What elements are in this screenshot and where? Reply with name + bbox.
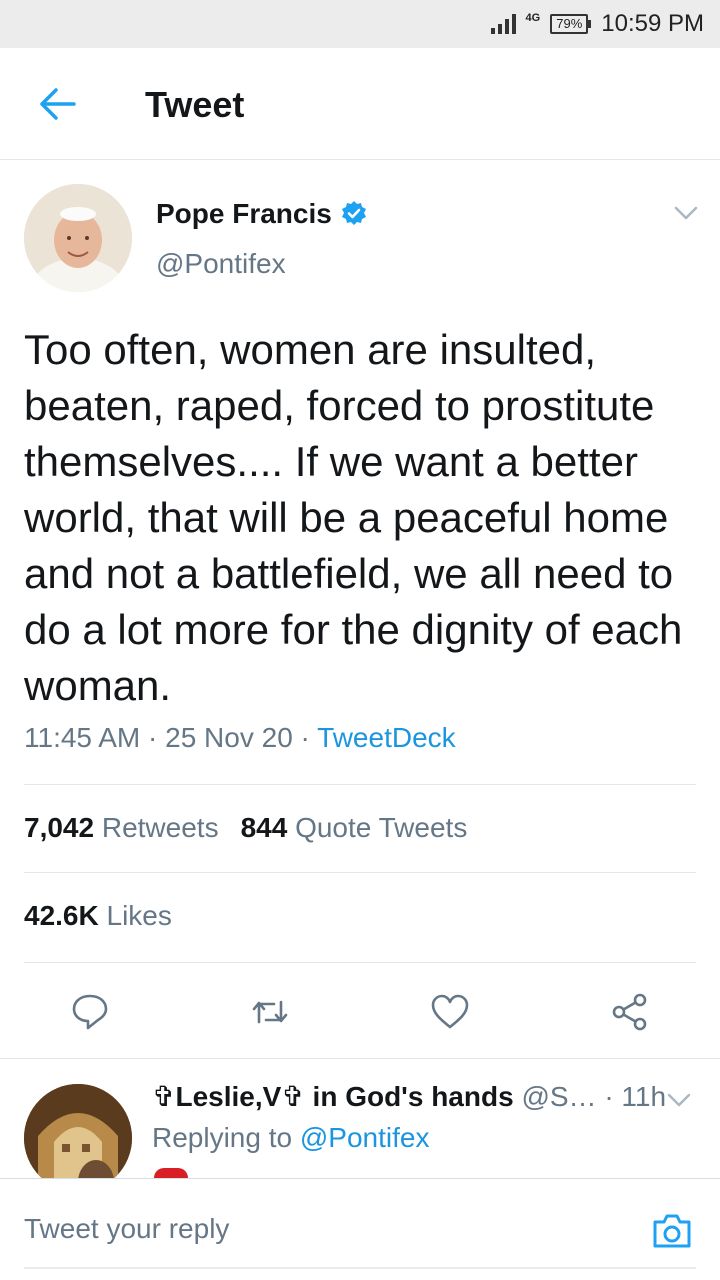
likes-stat[interactable]: 42.6K Likes [24, 900, 172, 932]
share-icon[interactable] [610, 992, 650, 1032]
reply-composer: Tweet your reply [0, 1178, 720, 1280]
author-name-text: Pope Francis [156, 198, 332, 229]
reply-avatar[interactable] [24, 1084, 132, 1178]
reply-avatar-image [24, 1084, 132, 1178]
reply-icon[interactable] [70, 992, 110, 1032]
avatar-portrait [24, 184, 132, 292]
replying-to-label: Replying to [152, 1122, 293, 1153]
likes-label: Likes [106, 900, 172, 931]
meta-separator: · [300, 722, 310, 753]
retweets-label: Retweets [101, 812, 219, 843]
status-bar: 4G 79% 10:59 PM [0, 0, 720, 48]
reply-time: · 11h [604, 1081, 667, 1112]
retweet-icon[interactable] [250, 992, 290, 1032]
divider [24, 872, 696, 873]
reply-author-handle[interactable]: @S… [521, 1081, 596, 1112]
meta-separator: · [148, 722, 158, 753]
replying-to: Replying to @Pontifex [152, 1122, 429, 1154]
network-type: 4G [525, 11, 541, 24]
like-heart-icon[interactable] [430, 992, 470, 1032]
camera-icon[interactable] [650, 1209, 694, 1253]
tweet-text: Too often, women are insulted, beaten, r… [24, 326, 683, 709]
replying-to-mention[interactable]: @Pontifex [300, 1122, 430, 1153]
tweet-source-link[interactable]: TweetDeck [317, 722, 456, 753]
back-arrow-icon[interactable] [38, 86, 76, 122]
retweets-count: 7,042 [24, 812, 95, 843]
battery-level: 79% [550, 14, 589, 34]
author-avatar[interactable] [24, 184, 132, 292]
emoji-glyph [154, 1168, 188, 1178]
reply-input[interactable]: Tweet your reply [24, 1213, 229, 1245]
battery-icon: 79% [550, 14, 592, 34]
quotes-label: Quote Tweets [295, 812, 468, 843]
reply-tweet[interactable]: ✞Leslie,V✞ in God's hands @S… · 11h Repl… [0, 1062, 720, 1178]
author-handle[interactable]: @Pontifex [156, 248, 286, 280]
divider [24, 962, 696, 963]
chevron-down-icon[interactable] [672, 202, 700, 224]
app-header: Tweet [0, 48, 720, 160]
engagement-stats: 7,042 Retweets 844 Quote Tweets [24, 812, 467, 844]
divider [24, 784, 696, 785]
verified-badge-icon [341, 201, 366, 225]
tweet-timestamp: 11:45 AM · 25 Nov 20 · TweetDeck [24, 722, 456, 754]
status-indicators: 4G 79% 10:59 PM [490, 6, 704, 42]
likes-count: 42.6K [24, 900, 99, 931]
input-underline [24, 1267, 696, 1269]
page-title: Tweet [145, 84, 245, 125]
reply-author-name[interactable]: ✞Leslie,V✞ in God's hands [152, 1081, 514, 1112]
status-time: 10:59 PM [601, 10, 704, 37]
tweet-actions [0, 992, 720, 1032]
retweets-stat[interactable]: 7,042 Retweets [24, 812, 219, 843]
author-name[interactable]: Pope Francis [156, 198, 368, 230]
divider [0, 1058, 720, 1059]
quote-tweets-stat[interactable]: 844 Quote Tweets [241, 812, 468, 843]
reply-header: ✞Leslie,V✞ in God's hands @S… · 11h [152, 1080, 666, 1113]
tweet-date: 25 Nov 20 [165, 722, 293, 753]
quotes-count: 844 [240, 812, 288, 843]
chevron-down-icon[interactable] [666, 1090, 692, 1110]
signal-icon [490, 14, 516, 34]
tweet-time: 11:45 AM [24, 722, 141, 753]
